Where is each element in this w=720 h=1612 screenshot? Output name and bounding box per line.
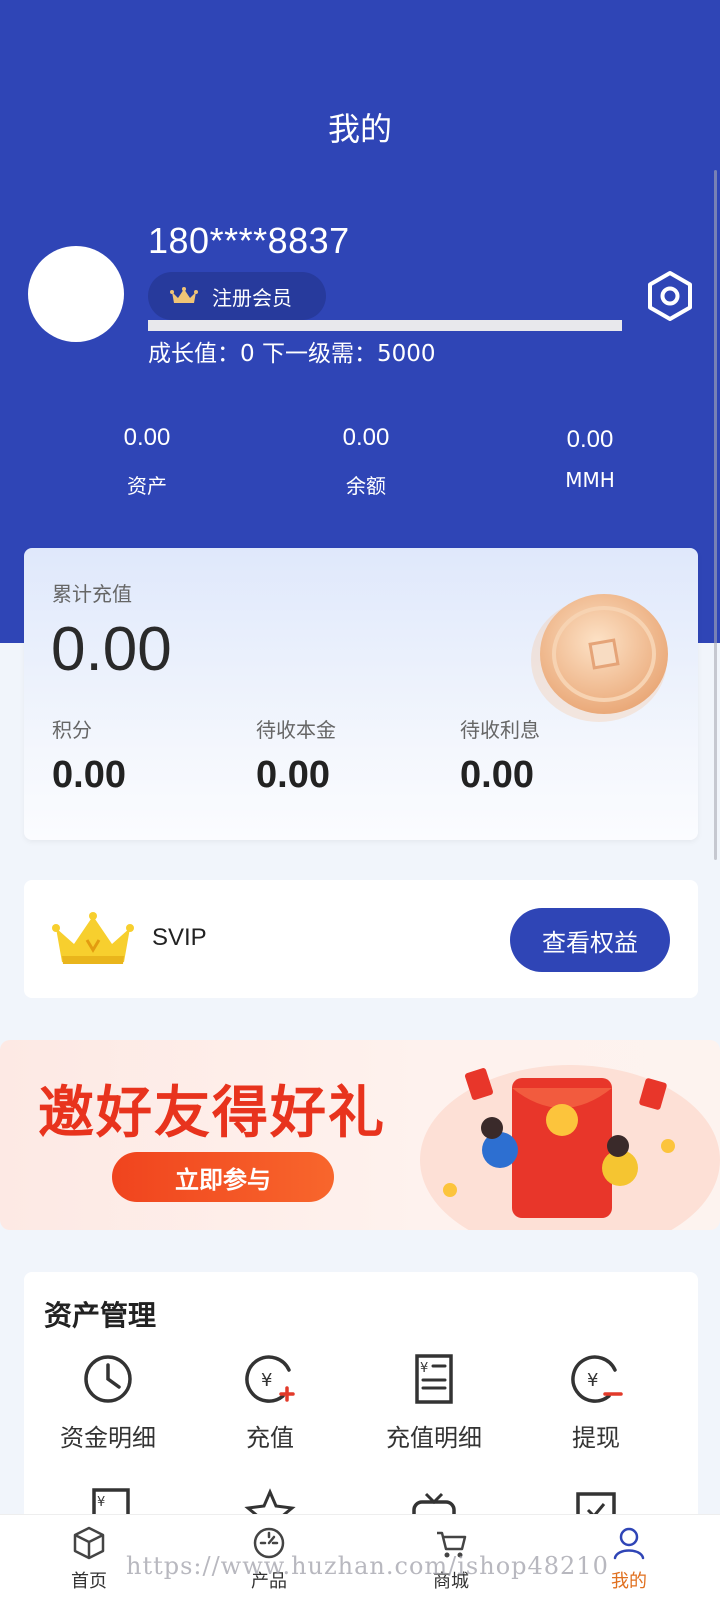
recharge-card: 累计充值 0.00 积分 0.00 待收本金 0.00 待收利息 0.00 [24, 548, 698, 840]
stat-value: 0.00 [566, 426, 614, 453]
stat-mmh[interactable]: 0.00 MMH [510, 426, 670, 492]
stat-value: 0.00 [123, 424, 171, 451]
member-level-badge[interactable]: 注册会员 [148, 272, 326, 320]
red-envelope-illustration-icon [420, 1065, 720, 1230]
page-title: 我的 [327, 110, 392, 148]
fund-details-item[interactable]: 资金明细 [28, 1352, 188, 1453]
clock-pie-icon [84, 1355, 132, 1403]
points-value: 0.00 [52, 754, 126, 796]
svg-text:¥: ¥ [261, 1370, 272, 1391]
view-benefits-button[interactable]: 查看权益 [510, 908, 670, 972]
user-phone: 180****8837 [148, 220, 350, 261]
scrollbar[interactable] [714, 170, 717, 860]
stat-value: 0.00 [342, 424, 390, 451]
pending-principal-value: 0.00 [256, 754, 330, 796]
section-title: 资产管理 [44, 1299, 157, 1332]
watermark: https://www.huzhan.com/ishop48210 [126, 1552, 609, 1580]
crown-icon [170, 287, 198, 303]
svg-text:¥: ¥ [97, 1495, 105, 1510]
invite-banner[interactable]: 邀好友得好礼 立即参与 [0, 1040, 720, 1230]
pending-principal-label: 待收本金 [256, 718, 336, 742]
item-label: 充值 [246, 1424, 294, 1452]
item-label: 提现 [572, 1424, 620, 1452]
withdraw-item[interactable]: ¥ 提现 [516, 1352, 676, 1453]
svg-text:¥: ¥ [587, 1370, 598, 1391]
vip-crown-icon [52, 912, 134, 964]
svg-text:¥: ¥ [420, 1361, 428, 1376]
vip-card: SVIP 查看权益 [24, 880, 698, 998]
yuan-minus-icon: ¥ [571, 1355, 623, 1403]
points-label: 积分 [52, 718, 92, 742]
tab-home[interactable]: 首页 [44, 1525, 134, 1593]
yuan-plus-icon: ¥ [245, 1355, 295, 1403]
item-label: 充值明细 [386, 1424, 482, 1452]
growth-text: 成长值：0 下一级需：5000 [148, 341, 436, 367]
tab-label: 首页 [71, 1571, 107, 1592]
receipt-icon: ¥ [415, 1354, 453, 1404]
coin-icon [531, 594, 668, 722]
join-now-button[interactable]: 立即参与 [112, 1152, 334, 1202]
banner-headline: 邀好友得好礼 [38, 1081, 386, 1146]
stat-assets[interactable]: 0.00 资产 [67, 424, 227, 499]
recharge-details-item[interactable]: ¥ 充值明细 [354, 1352, 514, 1453]
stat-balance[interactable]: 0.00 余额 [286, 424, 446, 499]
box-icon [73, 1526, 105, 1560]
item-label: 资金明细 [60, 1424, 156, 1452]
user-icon [613, 1527, 645, 1560]
pending-interest-value: 0.00 [460, 754, 534, 796]
settings-icon[interactable] [644, 270, 696, 322]
pending-interest-label: 待收利息 [460, 718, 540, 742]
total-recharge-label: 累计充值 [52, 582, 132, 606]
member-level-label: 注册会员 [212, 285, 292, 310]
growth-progress-bar [148, 320, 622, 331]
total-recharge-value: 0.00 [51, 615, 172, 684]
stat-label: 资产 [127, 474, 167, 498]
asset-management-section: 资产管理 资金明细 ¥ 充值 ¥ 充值明细 ¥ 提现 ¥ [24, 1272, 698, 1532]
recharge-item[interactable]: ¥ 充值 [190, 1352, 350, 1453]
vip-label: SVIP [152, 924, 207, 951]
stat-label: 余额 [346, 474, 386, 498]
avatar[interactable] [28, 246, 124, 342]
stat-label: MMH [565, 468, 615, 492]
